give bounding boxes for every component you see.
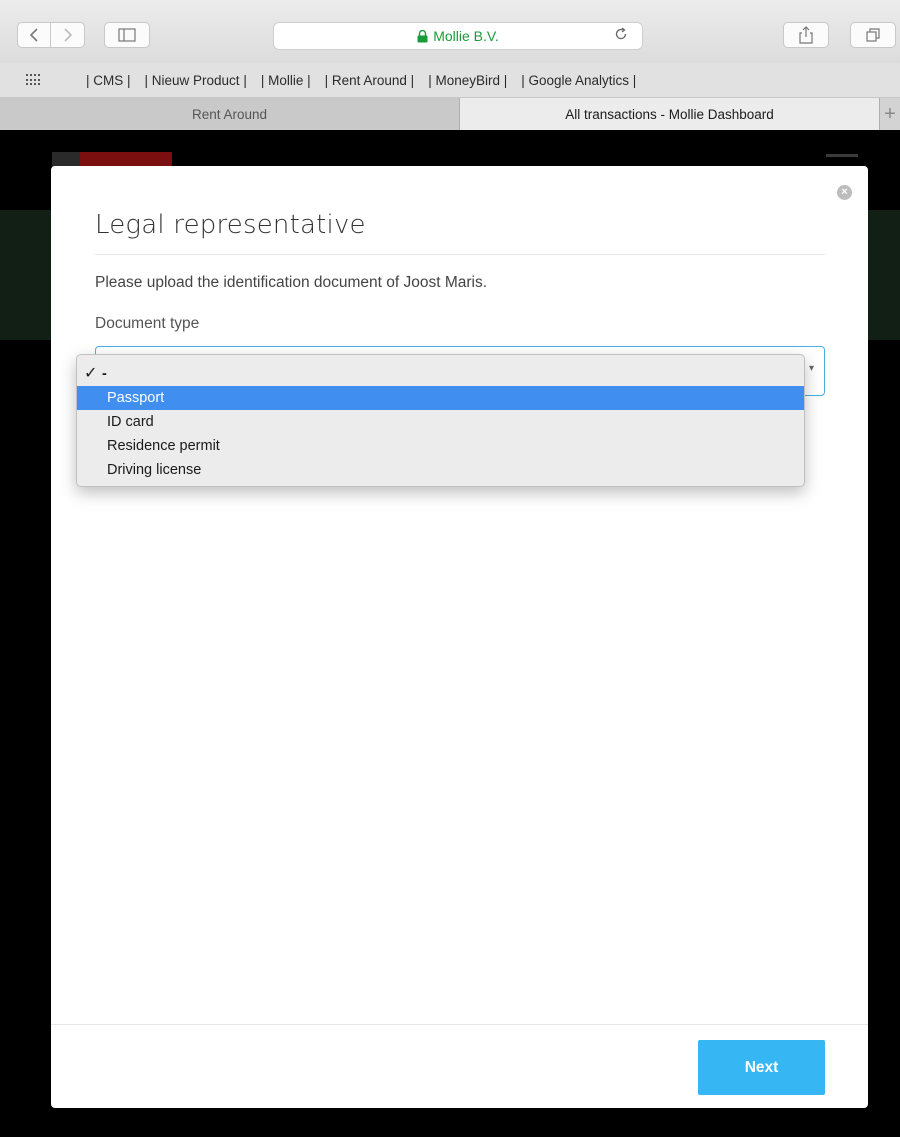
share-button[interactable] bbox=[783, 22, 829, 48]
tabs-icon bbox=[866, 28, 880, 42]
bookmark-nieuw-product[interactable]: | Nieuw Product | bbox=[145, 73, 247, 88]
browser-toolbar: Mollie B.V. bbox=[0, 0, 900, 63]
bookmark-cms[interactable]: | CMS | bbox=[86, 73, 131, 88]
lock-icon bbox=[417, 29, 428, 42]
forward-button[interactable] bbox=[51, 22, 85, 48]
instruction-text: Please upload the identification documen… bbox=[95, 274, 488, 291]
forward-icon bbox=[63, 28, 72, 42]
bookmarks-bar: | CMS | | Nieuw Product | | Mollie | | R… bbox=[0, 63, 900, 98]
bookmark-google-analytics[interactable]: | Google Analytics | bbox=[521, 73, 636, 88]
back-icon bbox=[29, 28, 38, 42]
checkmark-icon: ✓ bbox=[84, 365, 98, 382]
close-icon[interactable]: × bbox=[837, 185, 852, 200]
sidebar-button[interactable] bbox=[104, 22, 150, 48]
next-button[interactable]: Next bbox=[698, 1040, 825, 1095]
site-menu-icon bbox=[826, 154, 858, 157]
grid-icon[interactable] bbox=[26, 74, 42, 86]
bookmark-rent-around[interactable]: | Rent Around | bbox=[325, 73, 415, 88]
back-button[interactable] bbox=[17, 22, 51, 48]
legal-representative-modal: × Legal representative Please upload the… bbox=[51, 166, 868, 1108]
option-driving-license[interactable]: Driving license bbox=[77, 458, 804, 482]
url-text: Mollie B.V. bbox=[433, 28, 499, 44]
sidebar-icon bbox=[118, 28, 136, 42]
chevron-down-icon: ▾ bbox=[808, 363, 814, 374]
option-id-card[interactable]: ID card bbox=[77, 410, 804, 434]
bookmark-moneybird[interactable]: | MoneyBird | bbox=[428, 73, 507, 88]
share-icon bbox=[799, 26, 813, 44]
option-passport[interactable]: Passport bbox=[77, 386, 804, 410]
document-type-label: Document type bbox=[95, 315, 200, 332]
option-none[interactable]: ✓ - bbox=[77, 362, 804, 386]
tabs-overview-button[interactable] bbox=[850, 22, 896, 48]
address-bar[interactable]: Mollie B.V. bbox=[273, 22, 643, 50]
tab-bar: Rent Around All transactions - Mollie Da… bbox=[0, 98, 900, 130]
tab-rent-around[interactable]: Rent Around bbox=[0, 98, 460, 130]
bookmark-mollie[interactable]: | Mollie | bbox=[261, 73, 311, 88]
tab-mollie-dashboard[interactable]: All transactions - Mollie Dashboard bbox=[460, 98, 880, 130]
title-divider bbox=[95, 254, 825, 255]
footer-divider bbox=[51, 1024, 868, 1025]
reload-icon[interactable] bbox=[614, 27, 628, 45]
new-tab-button[interactable]: + bbox=[880, 98, 900, 130]
document-type-dropdown: ✓ - Passport ID card Residence permit Dr… bbox=[76, 354, 805, 487]
option-residence-permit[interactable]: Residence permit bbox=[77, 434, 804, 458]
option-label: - bbox=[102, 366, 107, 382]
modal-title: Legal representative bbox=[95, 210, 366, 240]
nav-buttons bbox=[17, 22, 85, 48]
